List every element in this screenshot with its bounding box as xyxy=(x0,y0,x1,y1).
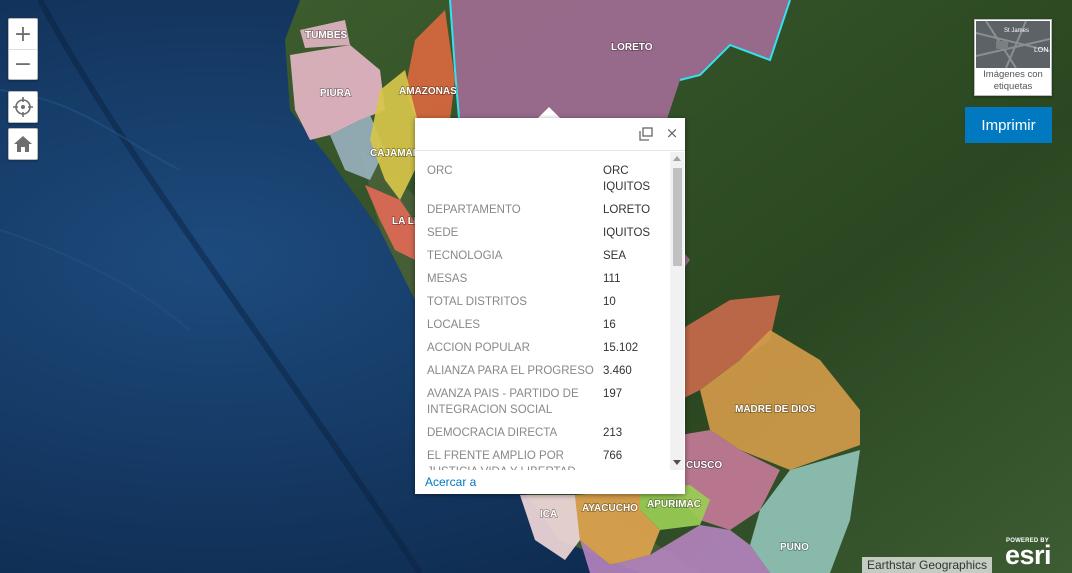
zoom-to-link[interactable]: Acercar a xyxy=(425,475,476,489)
attribute-value: 16 xyxy=(603,319,616,331)
label-loreto: LORETO xyxy=(611,42,653,53)
table-row: DEPARTAMENTO LORETO xyxy=(423,202,661,225)
basemap-toggle[interactable]: St James LON Imágenes con etiquetas xyxy=(974,19,1052,96)
locate-control xyxy=(8,91,38,123)
table-row: TOTAL DISTRITOS 10 xyxy=(423,294,661,317)
info-popup: × ORC ORC IQUITOS DEPARTAMENTO LORETO SEDE IQ… xyxy=(415,118,685,494)
zoom-out-button[interactable]: − xyxy=(9,49,37,79)
basemap-label: Imágenes con etiquetas xyxy=(983,69,1043,92)
attribute-key: AVANZA PAIS - PARTIDO DE INTEGRACION SOC… xyxy=(427,388,579,416)
attribute-value: ORC IQUITOS xyxy=(603,165,651,193)
table-row: TECNOLOGIA SEA xyxy=(423,248,661,271)
popup-pointer xyxy=(538,107,560,118)
popup-scrollbar[interactable] xyxy=(670,152,684,470)
attribute-key: DEPARTAMENTO xyxy=(427,204,521,216)
table-row: ORC ORC IQUITOS xyxy=(423,163,661,202)
attribute-key: ORC xyxy=(427,165,453,177)
table-row: LOCALES 16 xyxy=(423,317,661,340)
attribute-key: ACCION POPULAR xyxy=(427,342,530,354)
attribute-key: TECNOLOGIA xyxy=(427,250,503,262)
attribute-value: 15.102 xyxy=(603,342,639,354)
basemap-thumb-label-2: LON xyxy=(1034,47,1048,54)
zoom-in-button[interactable]: + xyxy=(9,19,37,49)
home-control xyxy=(8,128,38,160)
label-amazonas: AMAZONAS xyxy=(399,86,457,97)
table-row: EL FRENTE AMPLIO POR JUSTICIA VIDA Y LIB… xyxy=(423,448,661,470)
label-puno: PUNO xyxy=(780,542,809,553)
scroll-up-icon[interactable] xyxy=(673,156,681,161)
table-row: ALIANZA PARA EL PROGRESO 3.460 xyxy=(423,363,661,386)
locate-icon xyxy=(13,97,33,117)
attribute-value: IQUITOS xyxy=(603,227,651,239)
label-ica: ICA xyxy=(540,509,557,520)
label-ayacucho: AYACUCHO xyxy=(582,503,638,514)
table-row: DEMOCRACIA DIRECTA 213 xyxy=(423,425,661,448)
home-button[interactable] xyxy=(9,129,37,159)
attribute-key: EL FRENTE AMPLIO POR JUSTICIA VIDA Y LIB… xyxy=(427,450,576,470)
label-cajamarca: CAJAMAR xyxy=(370,148,421,159)
zoom-controls: + − xyxy=(8,18,38,80)
home-icon xyxy=(14,136,32,152)
popup-header: × xyxy=(415,118,685,151)
attribute-key: ALIANZA PARA EL PROGRESO xyxy=(427,365,594,377)
label-cusco: CUSCO xyxy=(686,460,722,471)
table-row: ACCION POPULAR 15.102 xyxy=(423,340,661,363)
label-madre-de-dios: MADRE DE DIOS xyxy=(735,404,816,415)
attribute-key: TOTAL DISTRITOS xyxy=(427,296,527,308)
table-row: MESAS 111 xyxy=(423,271,661,294)
map-attribution: Earthstar Geographics xyxy=(862,557,993,573)
attribute-key: DEMOCRACIA DIRECTA xyxy=(427,427,558,439)
table-row: SEDE IQUITOS xyxy=(423,225,661,248)
esri-wordmark: esri xyxy=(1005,540,1052,570)
attribute-key: LOCALES xyxy=(427,319,481,331)
attribute-value: LORETO xyxy=(603,204,651,216)
basemap-thumbnail: St James LON xyxy=(976,21,1050,68)
attribute-value: 111 xyxy=(603,273,621,285)
popup-footer: Acercar a xyxy=(415,470,685,494)
esri-logo[interactable]: POWERED BY esri xyxy=(1003,536,1069,570)
attribute-value: 197 xyxy=(603,388,623,400)
maximize-icon[interactable] xyxy=(639,127,653,141)
attribute-key: MESAS xyxy=(427,273,468,285)
popup-body: ORC ORC IQUITOS DEPARTAMENTO LORETO SEDE IQUI… xyxy=(415,152,669,470)
attribute-value: SEA xyxy=(603,250,627,262)
locate-button[interactable] xyxy=(9,92,37,122)
table-row: AVANZA PAIS - PARTIDO DE INTEGRACION SOC… xyxy=(423,386,661,425)
attribute-value: 766 xyxy=(603,450,623,462)
attribute-table: ORC ORC IQUITOS DEPARTAMENTO LORETO SEDE IQUI… xyxy=(423,163,661,470)
scrollbar-thumb[interactable] xyxy=(673,168,682,266)
scroll-down-icon[interactable] xyxy=(673,460,681,465)
basemap-thumb-label-1: St James xyxy=(1004,28,1029,34)
attribute-value: 10 xyxy=(603,296,616,308)
attribute-value: 213 xyxy=(603,427,623,439)
label-tumbes: TUMBES xyxy=(305,30,348,41)
label-apurimac: APURIMAC xyxy=(647,499,701,510)
print-button[interactable]: Imprimir xyxy=(965,107,1052,143)
label-la-libertad: LA LI xyxy=(392,216,417,227)
attribute-key: SEDE xyxy=(427,227,459,239)
close-icon[interactable]: × xyxy=(665,124,679,142)
label-piura: PIURA xyxy=(320,88,351,99)
attribute-value: 3.460 xyxy=(603,365,632,377)
